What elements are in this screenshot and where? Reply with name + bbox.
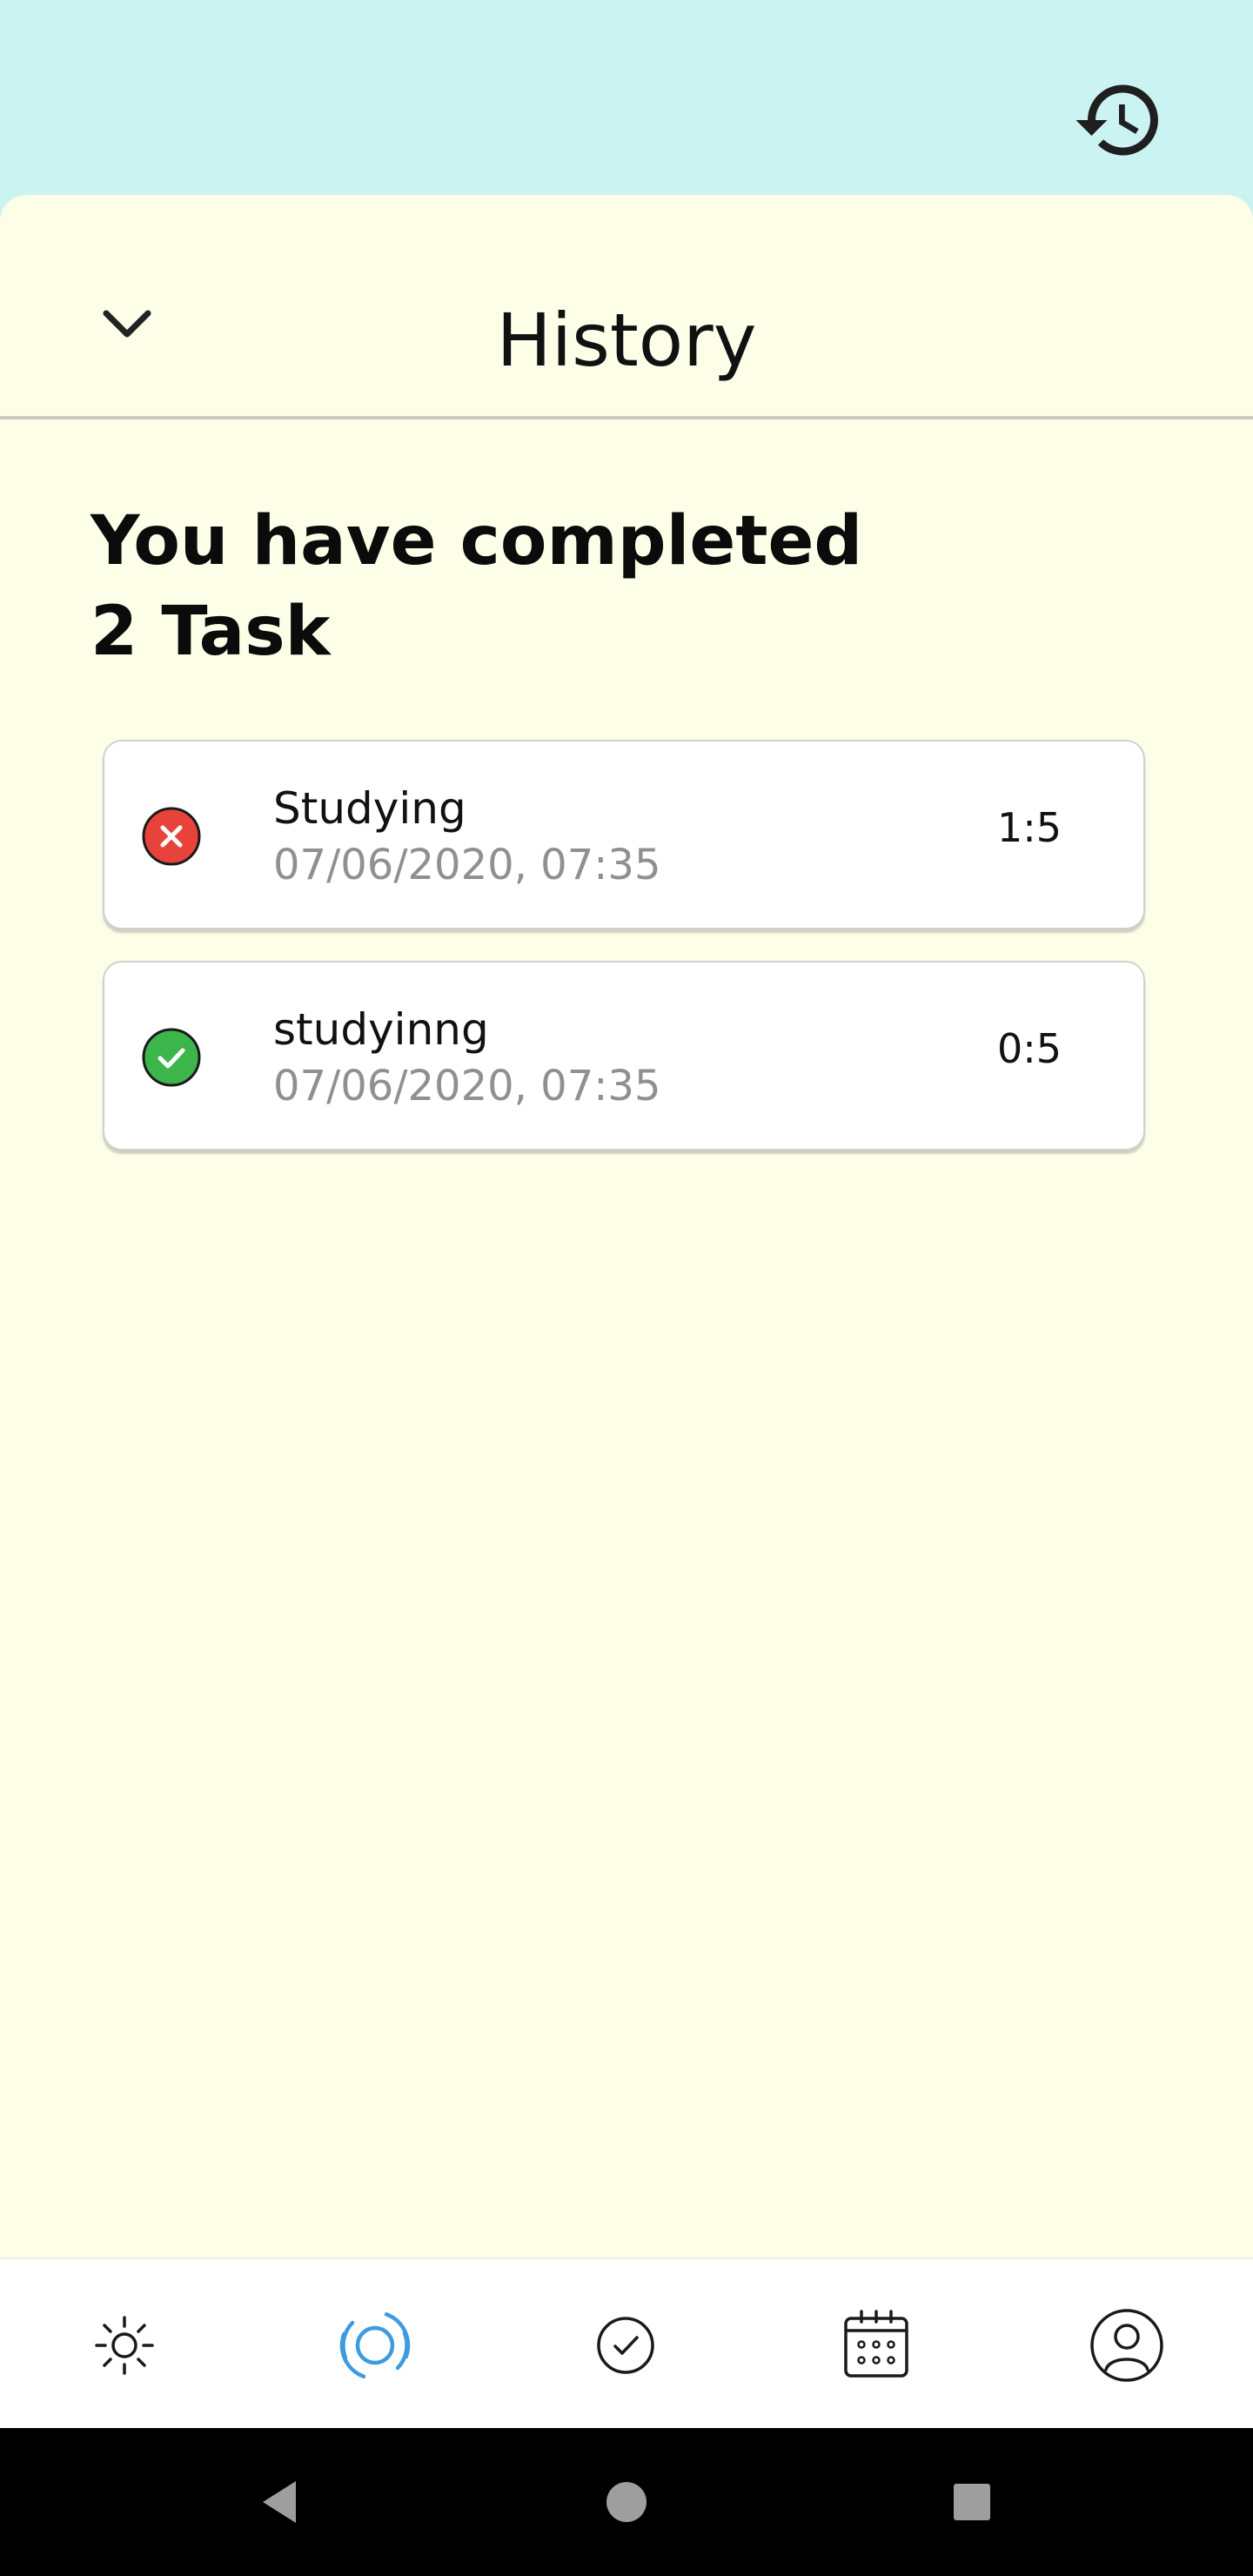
- bottom-navigation: [0, 2257, 1253, 2428]
- history-icon: [1075, 84, 1158, 156]
- completed-status-icon: [142, 1028, 201, 1087]
- task-name: studyinng: [273, 1004, 489, 1055]
- task-name: Studying: [273, 783, 466, 834]
- system-navigation-bar: [0, 2428, 1253, 2576]
- calendar-icon: [844, 2310, 908, 2378]
- nav-tasks[interactable]: [578, 2298, 673, 2393]
- history-button[interactable]: [1072, 73, 1166, 167]
- summary-line-1: You have completed: [90, 502, 863, 580]
- task-duration: 0:5: [996, 1025, 1062, 1072]
- nav-sun[interactable]: [77, 2298, 172, 2393]
- nav-profile[interactable]: [1079, 2298, 1175, 2393]
- task-date: 07/06/2020, 07:35: [273, 1062, 661, 1110]
- profile-icon: [1090, 2309, 1163, 2382]
- summary-line-2: 2 Task: [90, 593, 331, 671]
- task-list: Studying 07/06/2020, 07:35 1:5 studyinng…: [103, 740, 1147, 1182]
- sun-icon: [95, 2316, 154, 2375]
- history-sheet: History You have completed 2 Task Studyi…: [0, 195, 1253, 2257]
- system-home-button[interactable]: [596, 2472, 657, 2532]
- back-triangle-icon: [263, 2481, 296, 2523]
- top-app-bar: [0, 0, 1253, 226]
- failed-status-icon: [142, 807, 201, 866]
- check-circle-icon: [597, 2317, 654, 2374]
- recents-square-icon: [954, 2484, 990, 2520]
- completion-summary: You have completed 2 Task: [90, 496, 1048, 677]
- system-back-button[interactable]: [249, 2472, 310, 2532]
- nav-focus[interactable]: [327, 2298, 423, 2393]
- sheet-header: History: [0, 195, 1253, 419]
- home-circle-icon: [606, 2482, 647, 2522]
- focus-target-icon: [339, 2312, 411, 2378]
- task-duration: 1:5: [996, 804, 1062, 851]
- task-card[interactable]: Studying 07/06/2020, 07:35 1:5: [103, 740, 1145, 929]
- page-title: History: [496, 298, 757, 383]
- task-date: 07/06/2020, 07:35: [273, 841, 661, 889]
- task-card[interactable]: studyinng 07/06/2020, 07:35 0:5: [103, 961, 1145, 1150]
- nav-calendar[interactable]: [828, 2298, 924, 2393]
- system-recents-button[interactable]: [941, 2472, 1002, 2532]
